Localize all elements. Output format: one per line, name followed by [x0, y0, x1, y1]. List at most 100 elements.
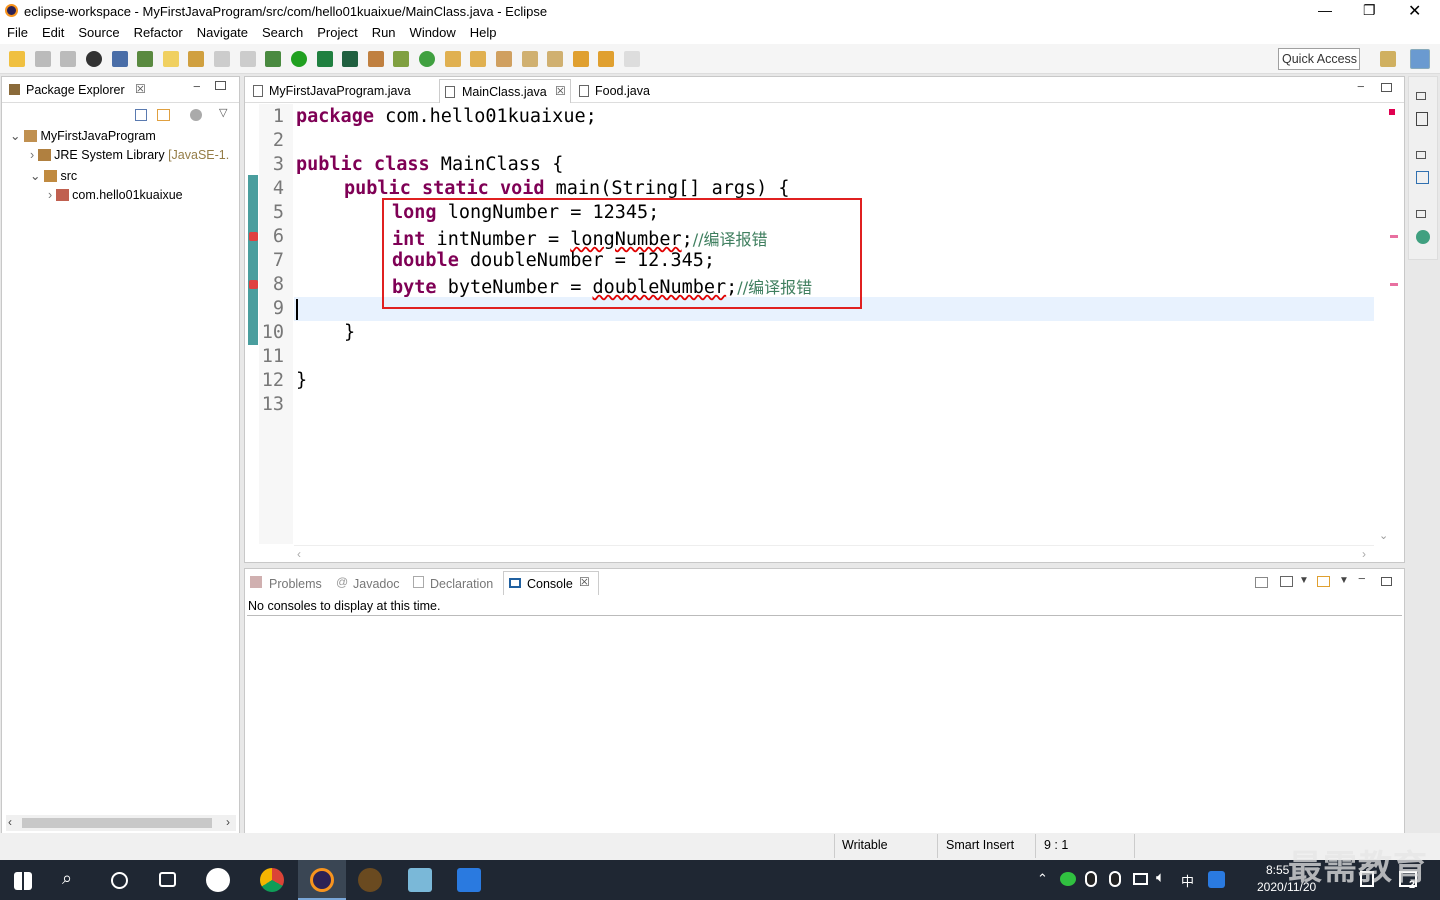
menu-search[interactable]: Search — [262, 25, 303, 40]
restore-button[interactable]: ❐ — [1363, 2, 1376, 19]
code-line-3[interactable]: public class MainClass { — [296, 154, 563, 175]
new-java-project-icon[interactable] — [367, 51, 384, 67]
code-line-4[interactable]: public static void main(String[] args) { — [344, 178, 790, 199]
maximize-view-icon[interactable] — [1381, 577, 1392, 586]
cortana-icon[interactable] — [111, 872, 128, 889]
tab-mainclass[interactable]: MainClass.java ☒ — [439, 79, 571, 103]
menu-help[interactable]: Help — [470, 25, 497, 40]
eclipse-icon[interactable] — [310, 868, 334, 892]
chevron-down-icon[interactable]: ▼ — [1299, 575, 1309, 586]
tree-package[interactable]: › com.hello01kuaixue — [48, 188, 183, 202]
coverage-icon[interactable] — [316, 51, 333, 67]
restore-icon[interactable] — [1416, 92, 1426, 100]
view-menu-icon[interactable]: ▽ — [219, 106, 227, 119]
close-button[interactable]: ✕ — [1408, 1, 1421, 21]
back-arrow-icon[interactable] — [598, 51, 615, 67]
maximize-view-icon[interactable] — [1381, 83, 1392, 92]
mark-occurrences-icon[interactable] — [162, 51, 179, 67]
clock-time[interactable]: 8:55 — [1266, 863, 1289, 877]
tab-console-active[interactable]: Console ☒ — [503, 571, 599, 595]
search-icon[interactable]: ⌕ — [62, 868, 86, 892]
chevron-down-icon[interactable]: ▼ — [1339, 575, 1349, 586]
error-overview-marker[interactable] — [1390, 283, 1398, 286]
profile-icon[interactable] — [85, 51, 102, 67]
minimize-button[interactable]: — — [1318, 2, 1332, 18]
new-icon[interactable] — [9, 51, 25, 67]
chevron-right-icon[interactable]: › — [30, 148, 34, 162]
menu-file[interactable]: File — [7, 25, 28, 40]
pinwheel-app-icon[interactable] — [206, 868, 230, 892]
save-icon[interactable] — [34, 51, 51, 67]
restore-icon[interactable] — [1416, 210, 1426, 218]
code-line-12[interactable]: } — [296, 370, 307, 391]
editor-horizontal-scrollbar[interactable]: ‹ › — [294, 545, 1374, 561]
quick-access-input[interactable]: Quick Access — [1278, 48, 1360, 70]
scroll-left-icon[interactable]: ‹ — [297, 547, 301, 561]
open-task-icon[interactable] — [470, 51, 487, 67]
filter-icon[interactable] — [190, 109, 202, 121]
horizontal-scrollbar[interactable]: ‹ › — [6, 815, 236, 831]
chevron-down-icon[interactable]: ⌄ — [10, 129, 20, 143]
qq-icon[interactable] — [1109, 871, 1121, 887]
scroll-left-icon[interactable]: ‹ — [8, 815, 12, 829]
menu-navigate[interactable]: Navigate — [197, 25, 248, 40]
prev-annotation-icon[interactable] — [547, 51, 564, 67]
menu-edit[interactable]: Edit — [42, 25, 64, 40]
hierarchy-icon[interactable] — [1416, 171, 1429, 184]
pin-console-icon[interactable] — [1255, 577, 1268, 588]
menu-project[interactable]: Project — [317, 25, 357, 40]
ime-indicator[interactable]: 中 — [1181, 871, 1194, 890]
show-whitespace-icon[interactable] — [239, 51, 256, 67]
open-folder-icon[interactable] — [444, 51, 461, 67]
search-icon[interactable] — [495, 51, 512, 67]
tab-declaration[interactable]: Declaration — [430, 577, 493, 591]
menu-source[interactable]: Source — [78, 25, 119, 40]
code-line-10[interactable]: } — [344, 322, 355, 343]
next-annotation-icon[interactable] — [521, 51, 538, 67]
last-edit-icon[interactable] — [572, 51, 589, 67]
close-icon[interactable]: ☒ — [555, 84, 566, 98]
open-perspective-icon[interactable] — [1380, 51, 1396, 67]
minimize-view-icon[interactable]: − — [1358, 571, 1366, 586]
wechat-icon[interactable] — [1060, 872, 1076, 886]
maximize-view-icon[interactable] — [215, 81, 226, 90]
wps-app-icon[interactable] — [457, 868, 481, 892]
scroll-right-icon[interactable]: › — [226, 815, 230, 829]
debug-icon[interactable] — [265, 51, 282, 67]
scroll-thumb[interactable] — [22, 818, 212, 828]
block-selection-icon[interactable] — [214, 51, 230, 67]
tab-food[interactable]: Food.java — [577, 80, 667, 102]
task-list-icon[interactable] — [1416, 230, 1430, 244]
open-console-icon[interactable] — [1317, 576, 1330, 587]
external-tools-icon[interactable] — [342, 51, 359, 67]
display-console-icon[interactable] — [1280, 576, 1293, 587]
minimize-view-icon[interactable]: − — [1357, 79, 1365, 94]
volume-icon[interactable]: 🔈︎ — [1156, 869, 1165, 886]
scroll-right-icon[interactable]: › — [1362, 547, 1366, 561]
error-overview-marker[interactable] — [1389, 109, 1395, 115]
tree-project[interactable]: ⌄ MyFirstJavaProgram — [10, 128, 156, 143]
chevron-right-icon[interactable]: › — [48, 188, 52, 202]
tree-jre[interactable]: › JRE System Library [JavaSE-1. — [30, 148, 229, 162]
qq-icon[interactable] — [1085, 871, 1097, 887]
java-perspective-icon[interactable] — [1410, 49, 1430, 69]
code-line-1[interactable]: package com.hello01kuaixue; — [296, 106, 597, 127]
minimize-view-icon[interactable]: − — [193, 79, 201, 94]
network-icon[interactable] — [1133, 873, 1148, 885]
chevron-down-icon[interactable]: ⌄ — [30, 169, 40, 183]
error-overview-marker[interactable] — [1390, 235, 1398, 238]
close-icon[interactable]: ☒ — [579, 575, 590, 589]
new-class-icon[interactable] — [419, 51, 435, 67]
collapse-all-icon[interactable] — [135, 109, 147, 121]
run-icon[interactable] — [290, 51, 307, 67]
save-all-icon[interactable] — [60, 51, 77, 67]
tree-src[interactable]: ⌄ src — [30, 168, 77, 183]
chevron-up-icon[interactable]: ⌃ — [1037, 871, 1048, 887]
outline-icon[interactable] — [1416, 112, 1428, 126]
chrome-icon[interactable] — [260, 868, 284, 892]
link-editor-icon[interactable] — [157, 109, 170, 121]
windows-start-icon[interactable] — [14, 872, 32, 890]
task-view-icon[interactable] — [159, 872, 176, 887]
tab-package-explorer[interactable]: Package Explorer — [26, 83, 125, 97]
menu-run[interactable]: Run — [372, 25, 396, 40]
